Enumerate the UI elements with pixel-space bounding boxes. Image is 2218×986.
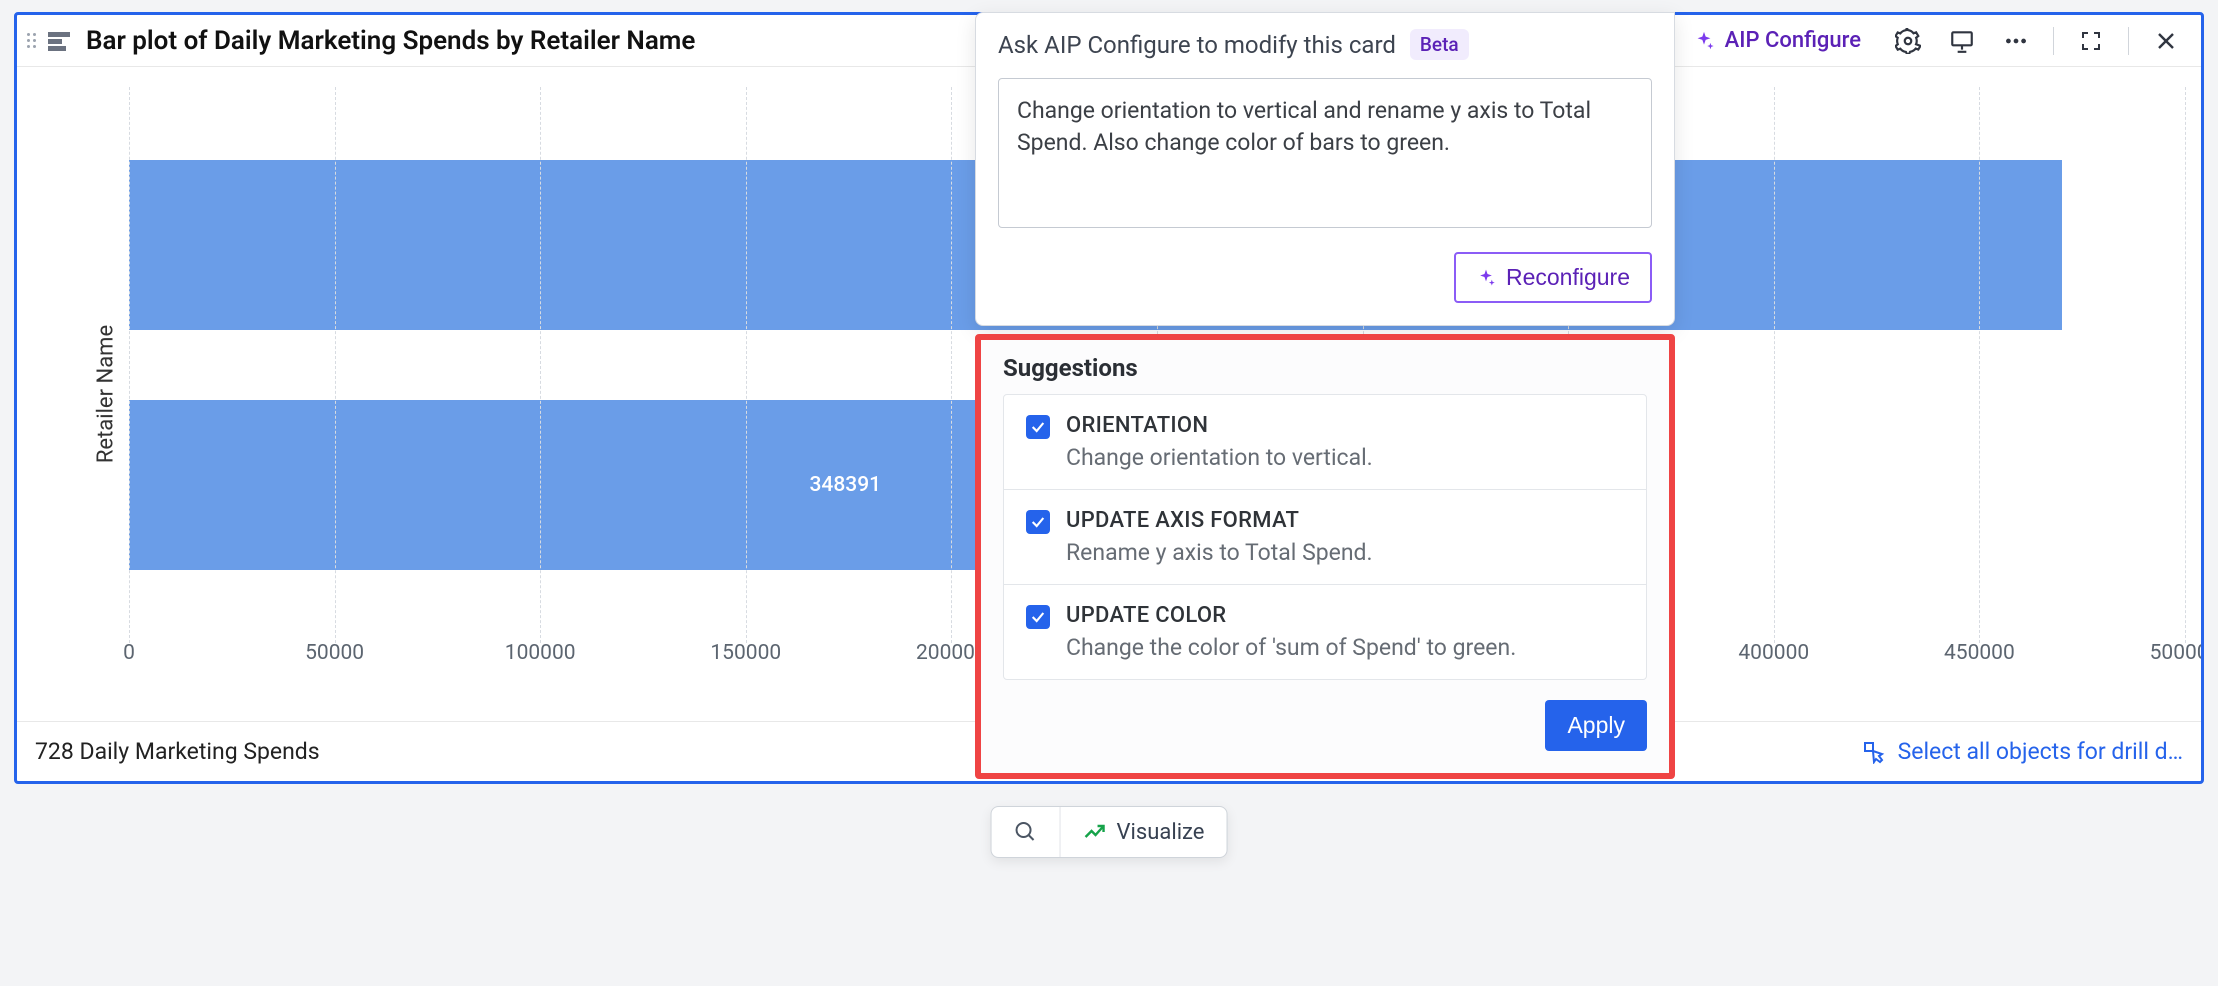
suggestion-item: ORIENTATION Change orientation to vertica… — [1004, 395, 1646, 490]
visualize-button[interactable]: Visualize — [1061, 807, 1227, 857]
close-icon — [2154, 29, 2178, 53]
gridline — [2185, 87, 2186, 643]
check-icon — [1030, 609, 1046, 625]
aip-panel: Ask AIP Configure to modify this card Be… — [975, 12, 1675, 779]
suggestion-item: UPDATE COLOR Change the color of 'sum of … — [1004, 585, 1646, 679]
divider — [2128, 27, 2129, 55]
reconfigure-label: Reconfigure — [1506, 264, 1630, 291]
gridline — [746, 87, 747, 643]
divider — [2053, 27, 2054, 55]
drill-down-link[interactable]: Select all objects for drill d… — [1862, 738, 2183, 765]
suggestion-checkbox[interactable] — [1026, 510, 1050, 534]
apply-button[interactable]: Apply — [1545, 700, 1647, 751]
suggestion-desc: Change orientation to vertical. — [1066, 444, 1373, 471]
presentation-icon — [1949, 28, 1975, 54]
aip-suggestions-section: Suggestions ORIENTATION Change orientatio… — [975, 334, 1675, 779]
x-tick: 100000 — [505, 641, 576, 665]
suggestion-checkbox[interactable] — [1026, 605, 1050, 629]
gridline — [540, 87, 541, 643]
x-tick: 50000 — [305, 641, 364, 665]
beta-badge: Beta — [1410, 29, 1469, 60]
search-icon — [1014, 820, 1038, 844]
suggestion-head: ORIENTATION — [1066, 413, 1373, 438]
fullscreen-button[interactable] — [2072, 22, 2110, 60]
close-button[interactable] — [2147, 22, 2185, 60]
drag-handle-icon[interactable] — [25, 29, 38, 52]
suggestion-desc: Change the color of 'sum of Spend' to gr… — [1066, 634, 1516, 661]
more-button[interactable] — [1997, 22, 2035, 60]
suggestion-item: UPDATE AXIS FORMAT Rename y axis to Total… — [1004, 490, 1646, 585]
x-tick: 500000 — [2150, 641, 2204, 665]
aip-panel-title: Ask AIP Configure to modify this card — [998, 31, 1396, 59]
gridline — [129, 87, 130, 643]
card-title: Bar plot of Daily Marketing Spends by Re… — [86, 26, 695, 56]
x-tick: 400000 — [1738, 641, 1809, 665]
aip-panel-prompt-section: Ask AIP Configure to modify this card Be… — [975, 12, 1675, 326]
suggestion-desc: Rename y axis to Total Spend. — [1066, 539, 1373, 566]
suggestion-head: UPDATE AXIS FORMAT — [1066, 508, 1373, 533]
chart-line-up-icon — [1083, 820, 1107, 844]
aip-configure-button[interactable]: AIP Configure — [1681, 22, 1873, 59]
gridline — [335, 87, 336, 643]
bar-chart-icon — [48, 30, 74, 52]
sparkle-icon — [1476, 268, 1496, 288]
sparkle-icon — [1693, 30, 1715, 52]
suggestion-head: UPDATE COLOR — [1066, 603, 1516, 628]
aip-configure-label: AIP Configure — [1725, 28, 1861, 53]
drill-down-label: Select all objects for drill d… — [1898, 738, 2183, 765]
suggestion-checkbox[interactable] — [1026, 415, 1050, 439]
gear-icon — [1895, 28, 1921, 54]
gridline — [1774, 87, 1775, 643]
x-tick: 0 — [123, 641, 135, 665]
check-icon — [1030, 419, 1046, 435]
x-tick: 450000 — [1944, 641, 2015, 665]
x-tick: 150000 — [710, 641, 781, 665]
fullscreen-icon — [2079, 29, 2103, 53]
visualize-label: Visualize — [1117, 820, 1205, 845]
gridline — [951, 87, 952, 643]
gridline — [1979, 87, 1980, 643]
cursor-select-icon — [1862, 740, 1886, 764]
reconfigure-button[interactable]: Reconfigure — [1454, 252, 1652, 303]
search-button[interactable] — [992, 807, 1061, 857]
more-horizontal-icon — [2003, 28, 2029, 54]
check-icon — [1030, 514, 1046, 530]
aip-prompt-input[interactable] — [998, 78, 1652, 228]
bar-value-label: 348391 — [809, 473, 881, 497]
present-button[interactable] — [1943, 22, 1981, 60]
settings-button[interactable] — [1889, 22, 1927, 60]
footer-record-count: 728 Daily Marketing Spends — [35, 738, 320, 765]
suggestions-list: ORIENTATION Change orientation to vertica… — [1003, 394, 1647, 680]
suggestions-heading: Suggestions — [1003, 354, 1647, 382]
bottom-toolbar: Visualize — [991, 806, 1228, 858]
